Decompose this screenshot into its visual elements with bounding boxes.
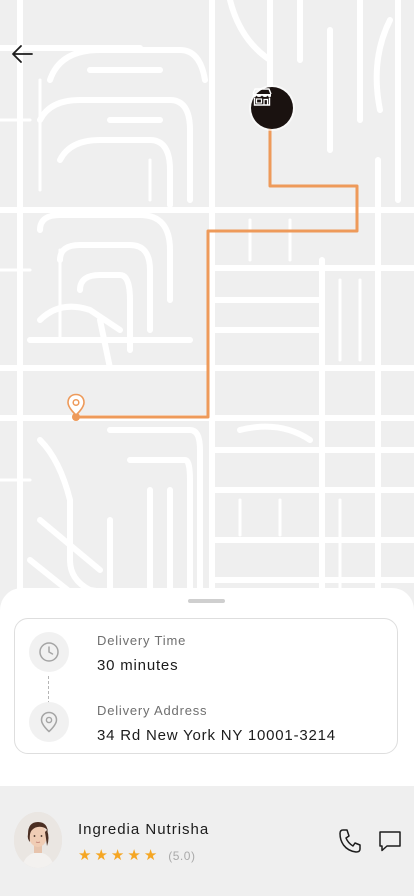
star-icon: ★	[127, 847, 141, 864]
delivery-time-value: 30 minutes	[97, 657, 179, 674]
delivery-time-row: Delivery Time 30 minutes	[29, 632, 186, 674]
map-streets	[0, 0, 414, 620]
clock-icon	[29, 632, 69, 672]
storefront-icon	[252, 88, 272, 106]
timeline-connector	[48, 676, 49, 704]
star-icon: ★	[78, 847, 92, 864]
delivery-time-label: Delivery Time	[97, 633, 187, 648]
back-button[interactable]	[10, 44, 38, 72]
destination-marker[interactable]	[65, 393, 87, 421]
arrow-left-icon	[12, 45, 33, 63]
chat-bubble-icon	[379, 831, 401, 852]
location-pin-icon	[29, 702, 69, 742]
courier-bar: Ingredia Nutrisha ★ ★ ★ ★ ★ (5.0)	[0, 786, 414, 896]
store-marker[interactable]	[251, 87, 293, 129]
location-pin-icon	[67, 393, 85, 417]
map-view[interactable]	[0, 0, 414, 620]
star-icon: ★	[94, 847, 108, 864]
phone-icon	[339, 829, 361, 853]
delivery-info-card: Delivery Time 30 minutes Delivery Addres…	[14, 618, 398, 754]
avatar[interactable]	[14, 812, 62, 868]
star-icon: ★	[110, 847, 125, 864]
drag-handle[interactable]	[188, 599, 225, 603]
delivery-address-row: Delivery Address 34 Rd New York NY 10001…	[29, 702, 336, 744]
delivery-address-label: Delivery Address	[97, 703, 208, 718]
chat-button[interactable]	[377, 828, 403, 854]
star-icon: ★	[143, 847, 158, 864]
delivery-address-value: 34 Rd New York NY 10001-3214	[97, 727, 336, 744]
rating-value: (5.0)	[168, 848, 196, 863]
delivery-bottom-sheet[interactable]: Delivery Time 30 minutes Delivery Addres…	[0, 588, 414, 786]
courier-name: Ingredia Nutrisha	[78, 821, 210, 838]
courier-rating: ★ ★ ★ ★ ★ (5.0)	[78, 848, 195, 863]
call-button[interactable]	[338, 828, 362, 854]
